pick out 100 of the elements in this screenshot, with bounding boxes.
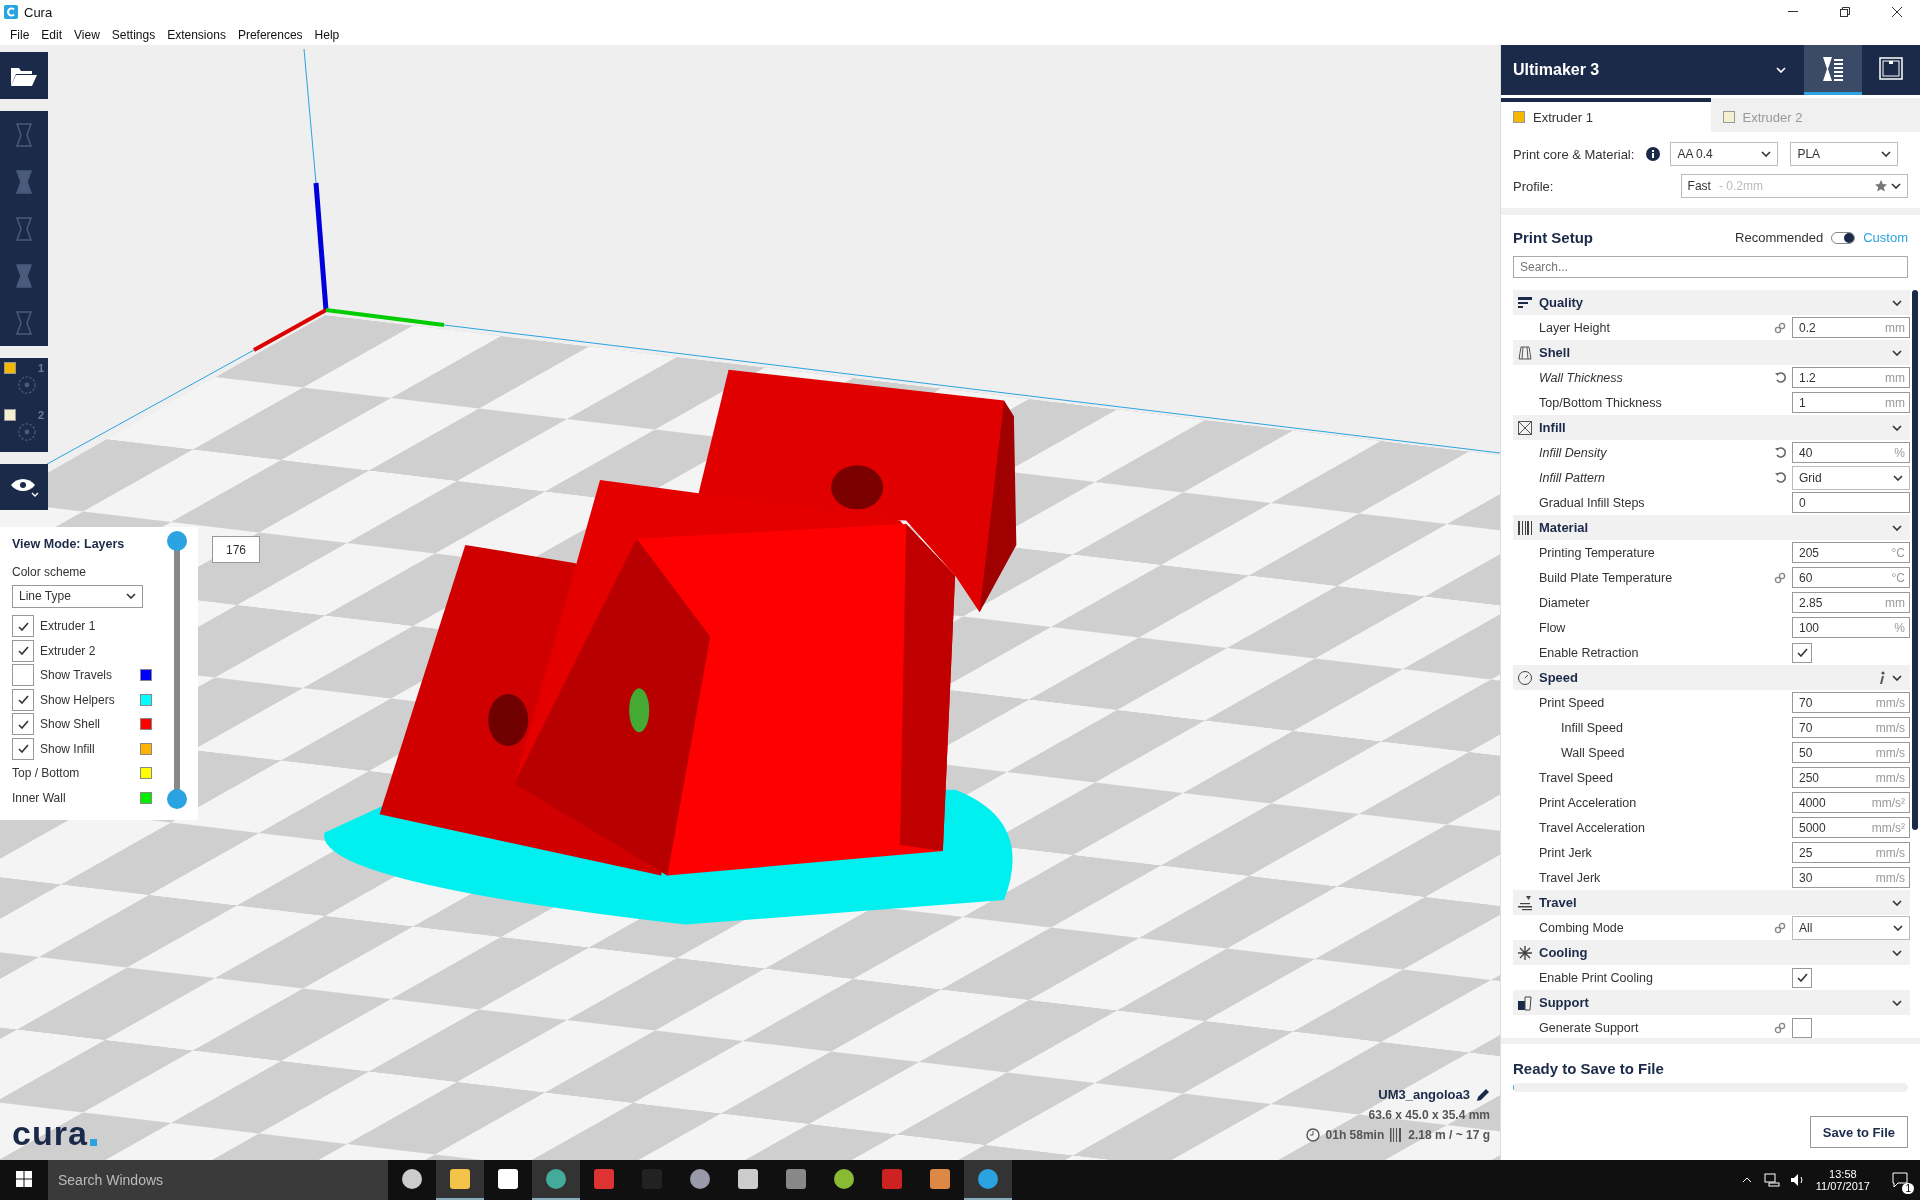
category-header[interactable]: Support: [1513, 990, 1910, 1015]
notification-button[interactable]: 1: [1880, 1160, 1920, 1200]
scrollbar-thumb[interactable]: [1912, 290, 1918, 830]
taskbar-app-button[interactable]: [436, 1160, 484, 1200]
category-header[interactable]: Infill: [1513, 415, 1910, 440]
chevron-down-icon: [1892, 674, 1902, 681]
taskbar-clock[interactable]: 13:58 11/07/2017: [1805, 1168, 1880, 1192]
number-field[interactable]: 70 mm/s: [1792, 692, 1910, 713]
checkbox[interactable]: [12, 713, 34, 736]
number-field[interactable]: 1 mm: [1792, 392, 1910, 413]
clock-icon: [1305, 1128, 1320, 1142]
setting-label: Wall Speed: [1561, 745, 1626, 760]
mode-toggle[interactable]: [1831, 231, 1856, 244]
app-icon: [929, 1168, 951, 1190]
number-field[interactable]: 60 °C: [1792, 567, 1910, 588]
setting-label: Travel Acceleration: [1539, 820, 1646, 835]
dropdown[interactable]: All: [1792, 915, 1910, 940]
slider-handle[interactable]: [167, 531, 187, 551]
print-core-dropdown[interactable]: AA 0.4: [1670, 142, 1779, 166]
number-field[interactable]: 1.2 mm: [1792, 367, 1910, 388]
chevron-up-icon[interactable]: [1741, 1177, 1752, 1183]
number-field[interactable]: 0: [1792, 492, 1910, 513]
checkbox[interactable]: [12, 615, 34, 638]
dropdown[interactable]: Grid: [1792, 465, 1910, 490]
menu-item[interactable]: Edit: [35, 25, 69, 44]
task-view-icon: [401, 1168, 423, 1190]
reset-icon[interactable]: [1773, 471, 1787, 484]
reset-icon[interactable]: [1773, 371, 1787, 384]
setting-label: Layer Height: [1539, 320, 1611, 335]
taskbar-search-field[interactable]: Search Windows: [48, 1160, 388, 1200]
material-dropdown[interactable]: PLA: [1790, 142, 1899, 166]
number-field[interactable]: 4000 mm/s²: [1792, 792, 1910, 813]
number-field[interactable]: 30 mm/s: [1792, 867, 1910, 888]
slider-handle[interactable]: [167, 789, 187, 809]
chevron-down-icon: [1892, 999, 1902, 1006]
spool-icon: [18, 374, 36, 396]
number-field[interactable]: 0.2 mm: [1792, 317, 1910, 338]
chevron-down-icon: [1881, 151, 1892, 157]
mode-label: Recommended: [1735, 230, 1824, 245]
color-scheme-dropdown[interactable]: Line Type: [12, 584, 143, 609]
profile-dropdown[interactable]: Fast - 0.2mm: [1680, 174, 1908, 198]
info-icon[interactable]: [1878, 670, 1886, 685]
settings-mode-button[interactable]: [1804, 45, 1862, 95]
save-button[interactable]: Save to File: [1809, 1116, 1908, 1148]
number-field[interactable]: 25 mm/s: [1792, 842, 1910, 863]
legend-label: Extruder 2: [40, 643, 97, 658]
category-header[interactable]: Travel: [1513, 890, 1910, 915]
category-header[interactable]: Shell: [1513, 340, 1910, 365]
number-field[interactable]: 70 mm/s: [1792, 717, 1910, 738]
info-icon[interactable]: [1646, 147, 1661, 161]
gauge-icon: [1517, 669, 1533, 686]
category-header[interactable]: Speed: [1513, 665, 1910, 690]
folder-icon: [449, 1168, 471, 1190]
barcode-icon: [1390, 1128, 1403, 1142]
pencil-icon[interactable]: [1476, 1087, 1490, 1102]
checkmark-icon: [17, 719, 29, 729]
number-field[interactable]: 250 mm/s: [1792, 767, 1910, 788]
app-icon: [881, 1168, 903, 1190]
reset-icon[interactable]: [1773, 446, 1787, 459]
category-header[interactable]: Cooling: [1513, 940, 1910, 965]
legend-label: Show Shell: [40, 717, 102, 732]
chevron-down-icon: [1761, 151, 1772, 157]
setting-label: Infill Speed: [1561, 720, 1624, 735]
number-field[interactable]: 100 %: [1792, 617, 1910, 638]
number-field[interactable]: 40 %: [1792, 442, 1910, 463]
number-field[interactable]: 205 °C: [1792, 542, 1910, 563]
checkbox[interactable]: [1792, 642, 1812, 663]
chevron-down-icon: [1776, 67, 1786, 73]
restore-icon: [1840, 7, 1850, 17]
checkbox[interactable]: [12, 688, 34, 711]
speaker-icon[interactable]: [1789, 1173, 1806, 1187]
setting-label: Gradual Infill Steps: [1539, 495, 1646, 510]
checkbox[interactable]: [12, 639, 34, 662]
menu-item[interactable]: Settings: [105, 25, 162, 44]
terminal-icon: [785, 1168, 807, 1190]
checkbox[interactable]: [12, 737, 34, 760]
support-block-icon: [1517, 994, 1533, 1011]
calculator-icon: [737, 1168, 759, 1190]
menu-item[interactable]: Help: [308, 25, 346, 44]
network-icon[interactable]: [1763, 1173, 1780, 1187]
number-field[interactable]: 2.85 mm: [1792, 592, 1910, 613]
number-field[interactable]: 5000 mm/s²: [1792, 817, 1910, 838]
category-header[interactable]: Material: [1513, 515, 1910, 540]
checkbox[interactable]: [1792, 967, 1812, 988]
search-field[interactable]: Search...: [1513, 256, 1908, 278]
layer-number-field[interactable]: 176: [212, 536, 260, 563]
checkbox[interactable]: [12, 664, 34, 687]
fan-icon: [1517, 944, 1533, 961]
menu-item[interactable]: Preferences: [231, 25, 309, 44]
layer-slider[interactable]: [167, 531, 187, 809]
category-header[interactable]: Quality: [1513, 290, 1910, 315]
field-label: Color scheme: [12, 564, 88, 579]
menu-item[interactable]: File: [4, 25, 36, 44]
model-dimensions: 63.6 x 45.0 x 35.4 mm: [1368, 1108, 1490, 1122]
chevron-down-icon: [1892, 899, 1902, 906]
chevron-down-icon: [1892, 424, 1902, 431]
menu-item[interactable]: View: [68, 25, 106, 44]
menu-item[interactable]: Extensions: [161, 25, 232, 44]
number-field[interactable]: 50 mm/s: [1792, 742, 1910, 763]
checkbox[interactable]: [1792, 1017, 1812, 1038]
